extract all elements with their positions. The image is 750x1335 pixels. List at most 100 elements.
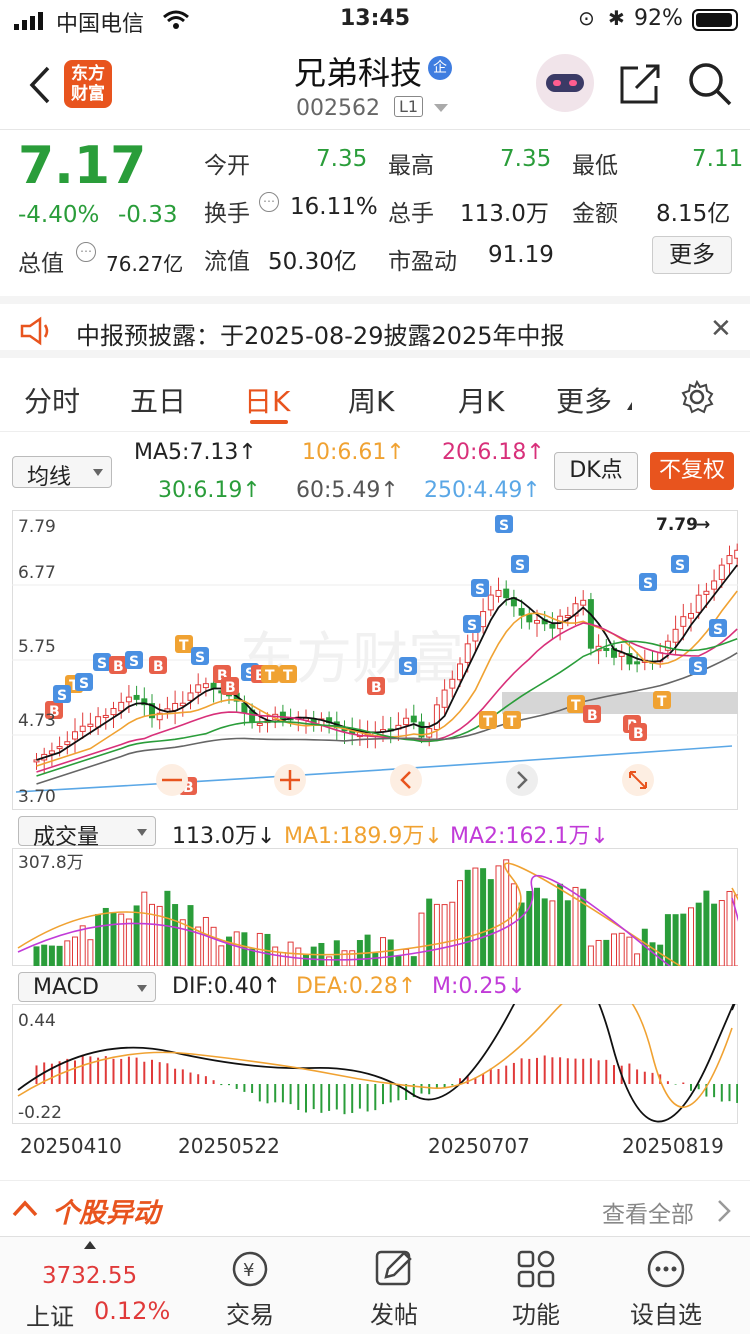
volume-bar <box>680 913 687 966</box>
index-ticker[interactable]: 3732.55 上证 0.12% <box>0 1237 180 1335</box>
tab-weekly-k[interactable]: 周K <box>348 380 394 420</box>
macd-chart[interactable]: 0.44 -0.22 <box>12 1004 738 1124</box>
enterprise-badge: 企 <box>428 56 452 80</box>
volume-chart[interactable]: 307.8万 <box>12 848 738 966</box>
indicator-select[interactable]: 均线 <box>12 456 112 490</box>
volume-bar <box>372 953 379 966</box>
candle <box>110 708 117 716</box>
volume-bar <box>657 944 664 966</box>
candle <box>703 590 710 595</box>
stock-alert-bar[interactable]: 个股异动 查看全部 <box>0 1180 750 1236</box>
tab-more[interactable]: 更多 <box>556 380 612 420</box>
volume-bar <box>64 940 71 966</box>
candle <box>518 608 525 616</box>
volume-bar <box>218 945 225 966</box>
more-button[interactable]: 更多 <box>652 236 732 274</box>
candle <box>125 696 132 703</box>
volume-bar <box>564 900 571 966</box>
volume-bar <box>487 879 494 966</box>
tab-monthly-k[interactable]: 月K <box>458 380 504 420</box>
candle <box>726 555 733 565</box>
change-percent: -4.40% <box>18 202 100 228</box>
volume-bar <box>179 919 186 966</box>
candle <box>433 704 440 731</box>
macd-select-label: MACD <box>33 975 99 1000</box>
candle <box>549 623 556 629</box>
nav-watchlist[interactable]: 设自选 <box>606 1237 726 1335</box>
candle <box>634 661 641 665</box>
notice-bar[interactable]: 中报预披露：于2025-08-29披露2025年中报 ✕ <box>0 296 750 358</box>
back-icon[interactable] <box>26 64 52 106</box>
candle <box>102 714 109 718</box>
volume-bar <box>726 890 733 966</box>
pe-value: 91.19 <box>488 242 554 268</box>
trade-marker-letter: T <box>571 698 581 714</box>
low-label: 最低 <box>572 153 618 179</box>
close-icon[interactable]: ✕ <box>710 314 732 344</box>
volume-bar <box>164 890 171 966</box>
volume-bar <box>587 945 594 966</box>
more-circle-icon <box>647 1250 685 1288</box>
y-tick-1: 7.79 <box>18 517 56 537</box>
nav-trade[interactable]: ¥ 交易 <box>190 1237 310 1335</box>
support-zone <box>502 692 738 714</box>
tab-five-day[interactable]: 五日 <box>130 380 186 420</box>
volume-bar <box>141 891 148 966</box>
orientation-lock-icon: ⊙ <box>578 6 595 30</box>
view-all-link[interactable]: 查看全部 <box>602 1195 694 1229</box>
date-label-4: 20250819 <box>622 1134 724 1158</box>
trade-marker-letter: S <box>129 654 139 670</box>
volume-select[interactable]: 成交量 <box>18 816 156 850</box>
volume-bar <box>172 904 179 966</box>
robot-avatar[interactable] <box>536 54 594 112</box>
ma20-legend: 20:6.18↑ <box>442 440 545 465</box>
date-label-2: 20250522 <box>178 1134 280 1158</box>
turnover-info-icon[interactable]: ⋯ <box>259 192 279 212</box>
search-icon[interactable] <box>686 60 734 108</box>
chevron-up-icon[interactable] <box>12 1199 38 1217</box>
total-value: 76.27亿 <box>106 252 184 276</box>
share-icon[interactable] <box>618 62 662 106</box>
volume-bar <box>480 868 487 966</box>
volume-label: 总手 <box>388 201 434 227</box>
expand-up-icon <box>84 1241 96 1249</box>
trade-marker-letter: T <box>507 714 517 730</box>
volume-bar <box>541 898 548 966</box>
ma250-legend: 250:4.49↑ <box>424 478 541 503</box>
grid-icon <box>517 1250 555 1288</box>
level-badge: L1 <box>394 96 424 117</box>
stock-dropdown-icon[interactable] <box>434 104 448 112</box>
nav-watchlist-label: 设自选 <box>630 1301 702 1329</box>
info-icon[interactable]: ⋯ <box>76 242 96 262</box>
volume-bar <box>695 902 702 966</box>
ma5-legend: MA5:7.13↑ <box>134 440 257 465</box>
logo-text-1: 东方 <box>71 64 105 84</box>
carrier-label: 中国电信 <box>56 12 145 37</box>
candle <box>534 619 540 624</box>
nav-post[interactable]: 发帖 <box>334 1237 454 1335</box>
app-logo[interactable]: 东方 财富 <box>64 60 112 108</box>
candle <box>449 678 456 689</box>
index-change: 0.12% <box>94 1297 171 1325</box>
candle <box>718 564 725 580</box>
candle <box>603 648 610 652</box>
macd-select[interactable]: MACD <box>18 972 156 1002</box>
scroll-left-button[interactable] <box>390 764 422 796</box>
trade-marker-letter: B <box>633 726 644 742</box>
tab-intraday[interactable]: 分时 <box>24 380 80 420</box>
stock-code: 002562 <box>296 96 380 121</box>
trade-marker-letter: S <box>675 558 685 574</box>
nav-functions[interactable]: 功能 <box>476 1237 596 1335</box>
tab-daily-k[interactable]: 日K <box>244 380 290 420</box>
dk-point-button[interactable]: DK点 <box>554 452 638 490</box>
candle <box>457 663 463 681</box>
volume-bar <box>102 907 109 966</box>
kline-chart[interactable]: 东方财富 BTSSSBSBTSBBSBTTBBSSSSSTTTBBBSTSSS … <box>12 510 738 810</box>
settings-icon[interactable] <box>680 380 714 414</box>
max-arrow: → <box>696 515 710 535</box>
scroll-right-button[interactable] <box>506 764 538 796</box>
adjust-button[interactable]: 不复权 <box>650 452 734 490</box>
chart-area[interactable]: 均线 MA5:7.13↑ 10:6.61↑ 20:6.18↑ 30:6.19↑ … <box>0 432 750 1172</box>
macd-dea-label: DEA:0.28↑ <box>296 974 417 999</box>
volume-bar <box>472 867 479 966</box>
